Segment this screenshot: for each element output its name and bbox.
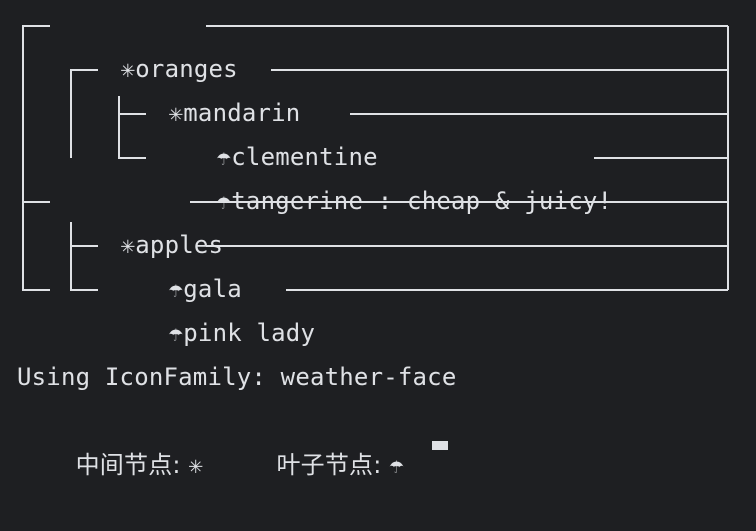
tree-row-tangerine[interactable]: ☂tangerine : cheap & juicy! bbox=[158, 135, 612, 215]
tree-row-label: tangerine : cheap & juicy! bbox=[231, 187, 613, 215]
tree-row-label: pink lady bbox=[183, 319, 316, 347]
connector-apples bbox=[22, 201, 50, 203]
trail-gala bbox=[206, 245, 728, 247]
connector-root-vertical bbox=[22, 26, 24, 290]
tree-row-mandarin[interactable]: ✳mandarin bbox=[110, 47, 301, 127]
legend-spacer bbox=[203, 451, 276, 479]
tree-row-clementine[interactable]: ☂clementine bbox=[158, 91, 378, 171]
trail-tangerine bbox=[594, 157, 728, 159]
tree-row-oranges[interactable]: ✳oranges bbox=[62, 3, 238, 83]
icon-family-line: Using IconFamily: weather-face bbox=[17, 363, 457, 391]
leaf-node-label: 叶子节点: bbox=[276, 451, 390, 479]
legend-line: 中间节点: ✳ 叶子节点: ☂ bbox=[17, 399, 404, 479]
middle-node-icon: ✳ bbox=[188, 451, 204, 479]
tree-row-gala[interactable]: ☂gala bbox=[110, 223, 242, 303]
trail-clementine bbox=[350, 113, 728, 115]
tree-row-pink-lady[interactable]: ☂pink lady bbox=[110, 267, 315, 347]
middle-node-label: 中间节点: bbox=[75, 451, 189, 479]
trail-oranges bbox=[206, 25, 728, 27]
connector-right-edge bbox=[727, 26, 729, 290]
connector-oranges bbox=[22, 25, 50, 27]
terminal-window[interactable]: ✳oranges ✳mandarin ☂clementine ☂tangerin… bbox=[0, 0, 756, 479]
umbrella-icon: ☂ bbox=[389, 451, 405, 479]
terminal-cursor bbox=[432, 441, 448, 450]
trail-mandarin bbox=[271, 69, 728, 71]
trail-pink-lady bbox=[286, 289, 728, 291]
connector-bottom-left bbox=[22, 289, 50, 291]
umbrella-icon: ☂ bbox=[168, 319, 184, 347]
tree-row-apples[interactable]: ✳apples bbox=[62, 179, 223, 259]
